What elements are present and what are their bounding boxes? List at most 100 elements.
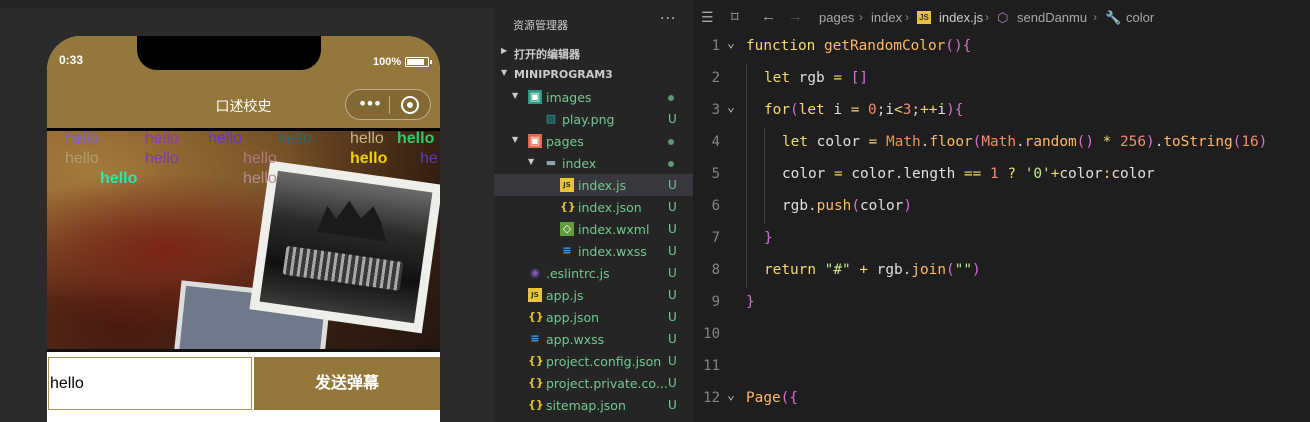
file-name: pages xyxy=(546,134,584,149)
code-line-row: 2 let rgb = [] xyxy=(693,64,1310,96)
json-file-icon: {} xyxy=(560,200,576,213)
capsule-divider xyxy=(389,96,390,114)
file-name: sitemap.json xyxy=(546,398,626,413)
chevron-down-icon: ▼ xyxy=(528,157,535,166)
section-open-editors[interactable]: ▶ 打开的编辑器 xyxy=(494,42,693,64)
line-number: 1 xyxy=(711,38,720,54)
simulator-toolbar xyxy=(0,0,494,8)
file-item[interactable]: ◉ .eslintrc.js U xyxy=(494,262,693,284)
battery-tip xyxy=(430,60,432,64)
danmu-item: hello xyxy=(145,130,179,147)
file-name: play.png xyxy=(562,112,615,127)
file-name: index.js xyxy=(578,178,627,193)
git-status-badge: U xyxy=(668,398,677,412)
line-number: 2 xyxy=(711,70,720,86)
danmu-send-bar: 发送弹幕 xyxy=(47,356,440,412)
code-line: } xyxy=(764,230,773,246)
danmu-item: hello xyxy=(350,130,384,147)
danmu-item: hello xyxy=(208,130,242,147)
phone-frame: 0:33 100% 口述校史 ••• hello hello hello hello h… xyxy=(47,36,440,422)
close-miniprogram-icon[interactable] xyxy=(401,96,419,114)
code-line: function getRandomColor(){ xyxy=(746,38,972,54)
file-item[interactable]: JS index.js U xyxy=(494,174,693,196)
js-file-icon: JS xyxy=(560,178,574,192)
js-file-icon: JS xyxy=(917,11,931,24)
chevron-right-icon: › xyxy=(1093,10,1097,24)
simulator-panel: 0:33 100% 口述校史 ••• hello hello hello hello h… xyxy=(0,0,494,422)
git-status-badge: U xyxy=(668,178,677,192)
danmu-item: hello xyxy=(278,130,312,147)
line-number: 4 xyxy=(711,134,720,150)
image-file-icon: ▨ xyxy=(545,112,557,125)
file-item[interactable]: {} project.config.json U xyxy=(494,350,693,372)
video-player[interactable]: hello hello hello hello hello hello hello hello… xyxy=(47,128,440,352)
eslint-file-icon: ◉ xyxy=(530,266,540,279)
git-status-badge: U xyxy=(668,222,677,236)
section-label: 打开的编辑器 xyxy=(514,48,580,61)
breadcrumb-item[interactable]: pages xyxy=(819,10,854,25)
folder-icon: ▬ xyxy=(545,156,557,169)
folder-item[interactable]: ▼ ▣ images xyxy=(494,86,693,108)
file-item[interactable]: {} index.json U xyxy=(494,196,693,218)
file-item[interactable]: ▨ play.png U xyxy=(494,108,693,130)
code-line-row: 3 ⌄ for(let i = 0;i<3;++i){ xyxy=(693,96,1310,128)
folder-item[interactable]: ▼ ▣ pages xyxy=(494,130,693,152)
code-line: let rgb = [] xyxy=(764,70,869,86)
code-line-row: 1 ⌄ function getRandomColor(){ xyxy=(693,32,1310,64)
file-item[interactable]: JS app.js U xyxy=(494,284,693,306)
file-item[interactable]: {} project.private.co... U xyxy=(494,372,693,394)
css-file-icon: ≡ xyxy=(562,244,572,257)
breadcrumb-item[interactable]: index xyxy=(871,10,902,25)
folder-item[interactable]: ▼ ▬ index xyxy=(494,152,693,174)
photo-crowd xyxy=(282,245,404,291)
file-item[interactable]: {} sitemap.json U xyxy=(494,394,693,416)
file-name: images xyxy=(546,90,592,105)
chevron-right-icon: › xyxy=(905,10,909,24)
file-item[interactable]: ≡ index.wxss U xyxy=(494,240,693,262)
more-menu-icon[interactable]: ••• xyxy=(354,94,384,116)
code-line-row: 9} xyxy=(693,288,1310,320)
bookmark-icon[interactable]: ⌑ xyxy=(731,8,739,26)
wrench-icon: 🔧 xyxy=(1105,10,1122,25)
fold-chevron-icon[interactable]: ⌄ xyxy=(727,36,735,51)
line-number: 8 xyxy=(711,262,720,278)
line-number: 9 xyxy=(711,294,720,310)
line-number: 12 xyxy=(703,390,720,406)
js-file-icon: JS xyxy=(528,288,542,302)
more-actions-icon[interactable]: ··· xyxy=(660,11,676,27)
code-line-row: 10 xyxy=(693,320,1310,352)
back-arrow-icon[interactable]: ← xyxy=(761,8,776,25)
breadcrumb-item[interactable]: index.js xyxy=(939,10,983,25)
phone-notch xyxy=(137,36,321,70)
fold-chevron-icon[interactable]: ⌄ xyxy=(727,388,735,403)
file-name: project.private.co... xyxy=(546,376,668,391)
folder-pages-icon: ▣ xyxy=(528,134,542,148)
file-item[interactable]: ◇ index.wxml U xyxy=(494,218,693,240)
explorer-title: 资源管理器 xyxy=(513,19,568,32)
chevron-right-icon: › xyxy=(985,10,989,24)
danmu-item: hello xyxy=(100,170,138,187)
fold-chevron-icon[interactable]: ⌄ xyxy=(727,100,735,115)
file-item[interactable]: {} app.json U xyxy=(494,306,693,328)
breadcrumb-item[interactable]: color xyxy=(1126,10,1154,25)
breadcrumb-item[interactable]: sendDanmu xyxy=(1017,10,1087,25)
git-status-badge: U xyxy=(668,244,677,258)
json-file-icon: {} xyxy=(528,310,544,323)
file-name: .eslintrc.js xyxy=(546,266,610,281)
danmu-item: hello xyxy=(350,150,388,167)
git-status-badge: U xyxy=(668,354,677,368)
historic-photo xyxy=(249,160,440,334)
list-icon[interactable]: ☰ xyxy=(701,9,714,26)
line-number: 3 xyxy=(711,102,720,118)
send-danmu-button[interactable]: 发送弹幕 xyxy=(254,357,440,410)
section-project[interactable]: ▼ MINIPROGRAM3 xyxy=(494,64,693,86)
forward-arrow-icon[interactable]: → xyxy=(788,8,803,25)
git-status-dot xyxy=(668,161,674,167)
code-line-row: 5 color = color.length == 1 ? '0'+color:c… xyxy=(693,160,1310,192)
code-line-row: 12 ⌄ Page({ xyxy=(693,384,1310,416)
code-line: Page({ xyxy=(746,390,798,406)
git-status-badge: U xyxy=(668,112,677,126)
file-item[interactable]: ≡ app.wxss U xyxy=(494,328,693,350)
wxml-file-icon: ◇ xyxy=(560,222,574,236)
danmu-input[interactable] xyxy=(48,357,252,410)
